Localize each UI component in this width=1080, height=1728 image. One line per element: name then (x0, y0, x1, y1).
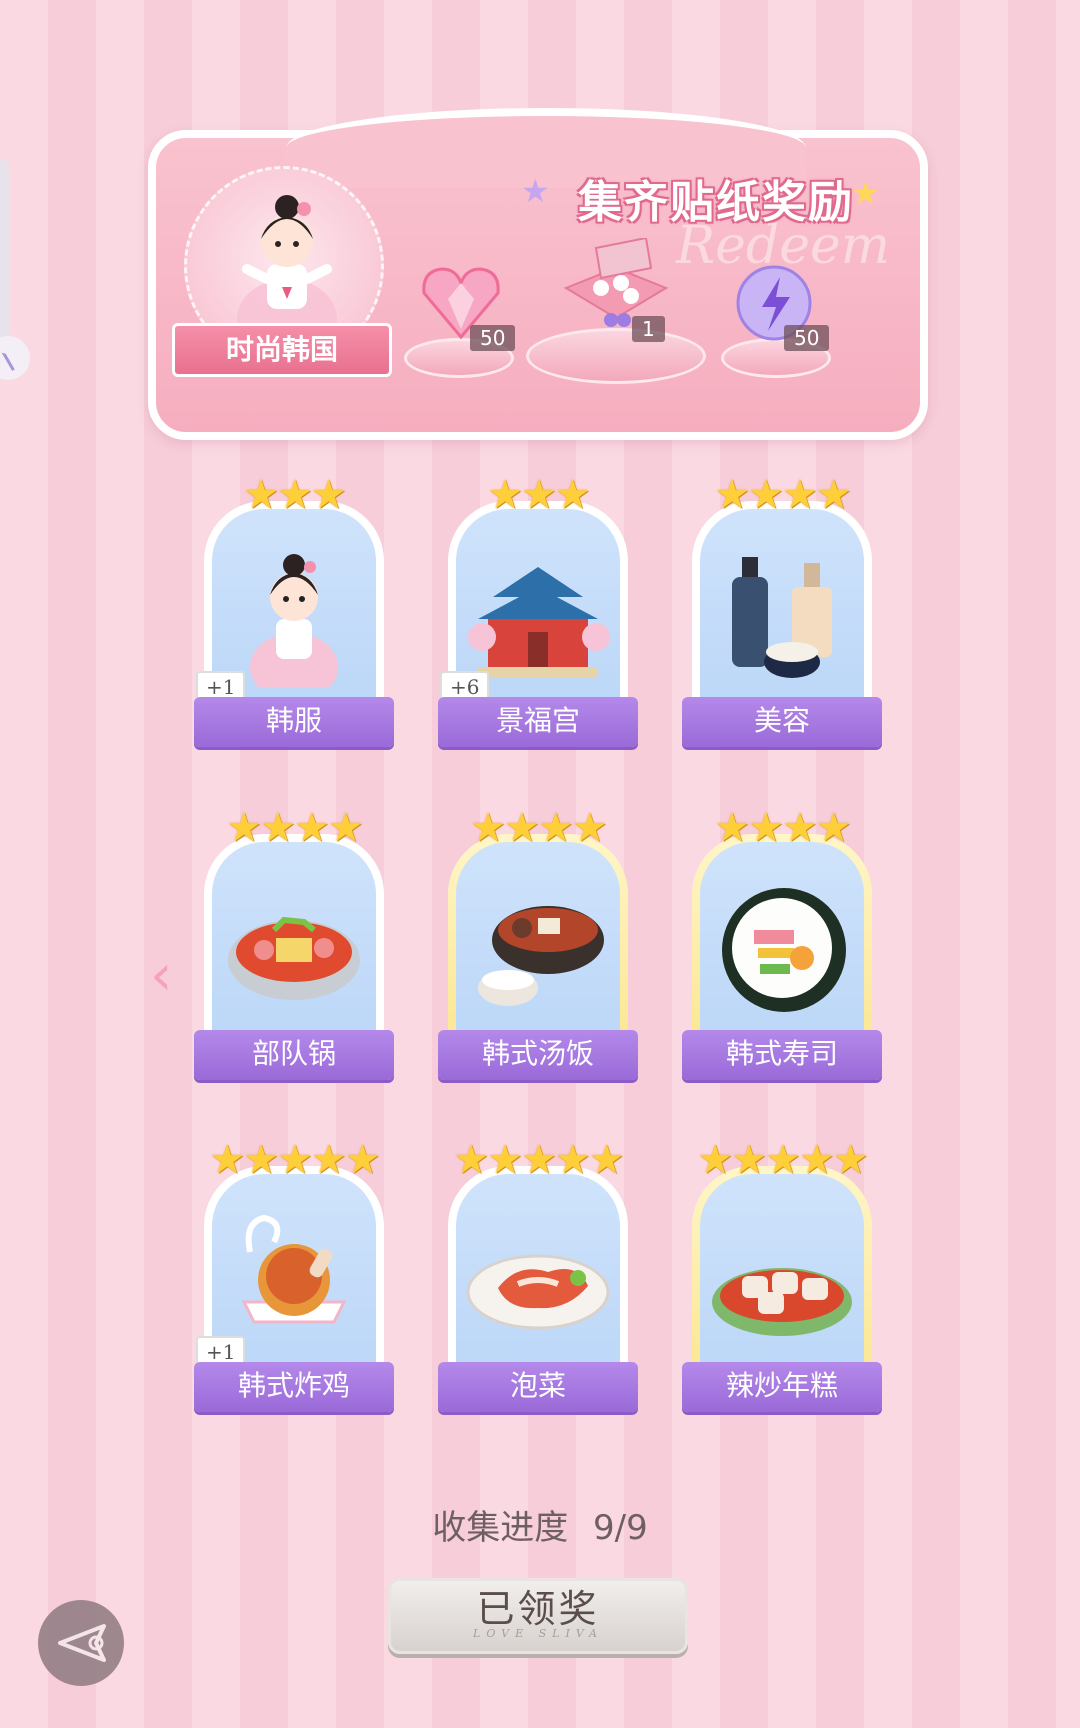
sticker-card[interactable]: ★★★★ 美容 (682, 472, 882, 751)
palace-icon (468, 567, 610, 677)
reward-count: 1 (632, 316, 665, 342)
star-rating: ★★★★★ (453, 1137, 624, 1183)
side-menu-icon[interactable] (0, 336, 30, 380)
kimbap-icon (722, 888, 846, 1012)
hanbok-girl-icon (250, 554, 338, 687)
sticker-card[interactable]: ★★★★★ 辣炒年糕 (682, 1137, 882, 1416)
sticker-label: 景福宫 (438, 697, 638, 747)
claimed-button-sub: LOVE SLIVA (473, 1627, 603, 1640)
sticker-card[interactable]: ★★★★ 韩式寿司 (682, 805, 882, 1084)
star-rating: ★★★★ (714, 805, 851, 851)
sticker-label: 韩服 (194, 697, 394, 747)
reward-item-gift[interactable]: 1 (556, 236, 676, 342)
sticker-label: 泡菜 (438, 1362, 638, 1412)
sticker-label: 美容 (682, 697, 882, 747)
sticker-label: 韩式炸鸡 (194, 1362, 394, 1412)
star-rating: ★★★ (243, 472, 347, 518)
kimchi-icon (466, 1254, 610, 1330)
tteokbokki-icon (712, 1268, 852, 1336)
sticker-label: 韩式寿司 (682, 1030, 882, 1080)
fried-chicken-icon (241, 1214, 347, 1324)
star-rating: ★★★★★ (697, 1137, 868, 1183)
star-rating: ★★★★ (470, 805, 607, 851)
progress-label: 收集进度 (432, 1508, 569, 1548)
side-drawer-tab[interactable] (0, 160, 10, 340)
yellow-star-icon: ★ (851, 174, 880, 212)
collection-progress: 收集进度 9/9 (0, 1500, 1080, 1549)
reward-item-energy[interactable]: 50 (734, 263, 830, 351)
sticker-label: 辣炒年糕 (682, 1362, 882, 1412)
reward-count: 50 (470, 325, 516, 351)
claimed-button[interactable]: 已领奖 LOVE SLIVA (388, 1578, 688, 1654)
cosmetics-icon (732, 557, 832, 678)
theme-label: 时尚韩国 (172, 323, 392, 377)
back-arrow-icon (58, 1624, 106, 1662)
previous-page-arrow-icon[interactable]: ‹ (150, 948, 172, 1004)
star-rating: ★★★★ (226, 805, 363, 851)
progress-value: 9/9 (593, 1508, 648, 1548)
sticker-card[interactable]: ★★★★★ 泡菜 (438, 1137, 638, 1416)
reward-banner: ★ 集齐贴纸奖励 ★ Redeem 时尚韩国 50 1 50 (148, 108, 928, 440)
sticker-card[interactable]: ★★★★★ +1 韩式炸鸡 (194, 1137, 394, 1416)
sticker-card[interactable]: ★★★★ 韩式汤饭 (438, 805, 638, 1084)
back-button[interactable] (38, 1600, 124, 1686)
star-rating: ★★★★★ (209, 1137, 380, 1183)
star-rating: ★★★★ (714, 472, 851, 518)
reward-item-gems[interactable]: 50 (418, 263, 516, 351)
sticker-label: 韩式汤饭 (438, 1030, 638, 1080)
sticker-label: 部队锅 (194, 1030, 394, 1080)
sticker-card[interactable]: ★★★ +6 景福宫 (438, 472, 638, 751)
reward-count: 50 (784, 325, 830, 351)
army-stew-icon (228, 916, 360, 1000)
purple-star-icon: ★ (521, 172, 550, 210)
sticker-card[interactable]: ★★★ +1 韩服 (194, 472, 394, 751)
star-rating: ★★★ (487, 472, 591, 518)
soup-rice-icon (478, 906, 604, 1006)
sticker-card[interactable]: ★★★★ 部队锅 (194, 805, 394, 1084)
banner-title: 集齐贴纸奖励 (578, 177, 854, 228)
